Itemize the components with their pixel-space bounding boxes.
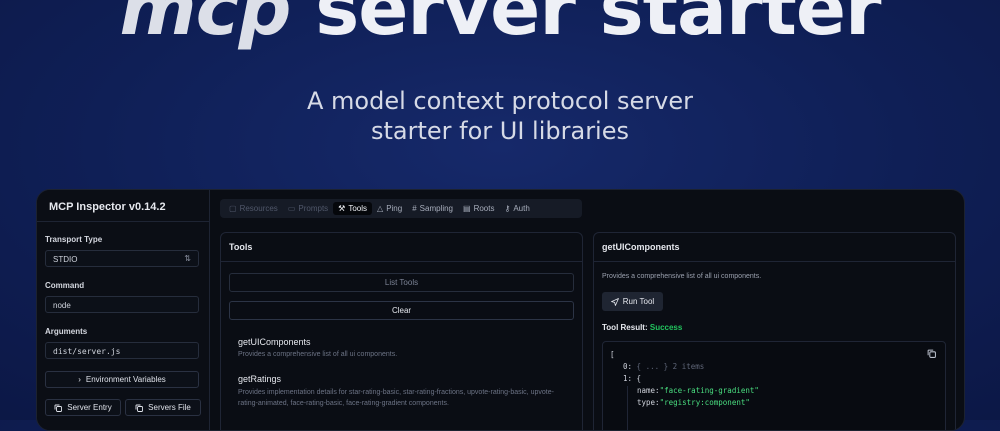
server-entry-button[interactable]: Server Entry [45, 399, 121, 416]
hero-subtitle-line-1: A model context protocol server [307, 87, 693, 115]
servers-file-button[interactable]: Servers File [125, 399, 201, 416]
tab-resources-label: Resources [239, 204, 278, 213]
arguments-input[interactable]: dist/server.js [45, 342, 199, 359]
tab-auth-label: Auth [513, 204, 530, 213]
hero-subtitle: A model context protocol server starter … [0, 86, 1000, 146]
inspector-window: MCP Inspector v0.14.2 Transport Type STD… [36, 189, 965, 431]
tool-description: Provides implementation details for star… [238, 389, 554, 407]
list-tools-button[interactable]: List Tools [229, 273, 574, 292]
clear-label: Clear [391, 306, 412, 315]
send-icon [610, 297, 619, 306]
tab-resources[interactable]: ▢ Resources [224, 202, 283, 215]
environment-variables-label: Environment Variables [85, 375, 166, 384]
command-label: Command [45, 281, 85, 290]
tab-prompts-label: Prompts [298, 204, 329, 213]
tab-tools-label: Tools [348, 204, 368, 213]
hero-title: mcp server starter [0, 0, 1000, 52]
inspector-title: MCP Inspector v0.14.2 [49, 201, 166, 213]
tab-tools[interactable]: ⚒ Tools [333, 202, 373, 215]
sidebar-divider [37, 221, 209, 222]
tool-detail-description: Provides a comprehensive list of all ui … [602, 273, 762, 280]
tool-result-label: Tool Result: Success [602, 323, 682, 332]
transport-type-value: STDIO [53, 255, 78, 264]
tab-ping[interactable]: △ Ping [372, 202, 407, 215]
message-icon: ▭ [287, 204, 296, 213]
json-key: 1: { [623, 374, 642, 383]
json-key: name: [637, 386, 660, 395]
hammer-icon: ⚒ [338, 204, 346, 213]
bell-icon: △ [377, 204, 384, 213]
json-collapsed[interactable]: { ... } [637, 362, 669, 371]
files-icon: ▢ [229, 204, 237, 213]
chevron-right-icon: › [78, 375, 81, 384]
tab-roots-label: Roots [473, 204, 495, 213]
json-line: type:"registry:component" [637, 398, 750, 407]
json-line: [ [610, 350, 615, 359]
tool-name: getUIComponents [238, 337, 311, 347]
copy-icon [54, 404, 63, 412]
arguments-label: Arguments [45, 327, 88, 336]
json-line: 1: { [623, 374, 641, 383]
json-item-count: 2 items [672, 362, 705, 371]
servers-file-label: Servers File [148, 403, 191, 412]
transport-type-select[interactable]: STDIO ⇅ [45, 250, 199, 267]
environment-variables-button[interactable]: › Environment Variables [45, 371, 199, 388]
hero-title-rest: server starter [315, 0, 881, 52]
command-input[interactable]: node [45, 296, 199, 313]
tool-name: getRatings [238, 374, 282, 384]
clear-button[interactable]: Clear [229, 301, 574, 320]
tools-panel-title: Tools [221, 233, 582, 262]
json-bracket: [ [610, 350, 615, 359]
json-key: type: [637, 398, 660, 407]
sidebar: MCP Inspector v0.14.2 Transport Type STD… [37, 190, 210, 430]
tool-result-text: Tool Result: [602, 323, 648, 332]
transport-type-label: Transport Type [45, 235, 103, 244]
run-tool-button[interactable]: Run Tool [602, 292, 663, 311]
tab-bar: ▢ Resources ▭ Prompts ⚒ Tools △ Ping # S… [220, 199, 582, 218]
tab-sampling[interactable]: # Sampling [407, 202, 458, 215]
copy-icon[interactable] [927, 349, 936, 358]
tab-auth[interactable]: ⚷ Auth [499, 202, 534, 215]
hash-icon: # [412, 204, 417, 213]
folder-tree-icon: ▤ [463, 204, 471, 213]
json-line: name:"face-rating-gradient" [637, 386, 759, 395]
tools-panel: Tools List Tools Clear getUIComponents P… [220, 232, 583, 430]
key-icon: ⚷ [504, 204, 511, 213]
run-tool-label: Run Tool [622, 297, 655, 306]
tab-roots[interactable]: ▤ Roots [458, 202, 499, 215]
json-string: "face-rating-gradient" [659, 386, 759, 395]
tab-ping-label: Ping [386, 204, 403, 213]
hero-subtitle-line-2: starter for UI libraries [370, 117, 629, 145]
hero-title-mcp: mcp [119, 0, 291, 52]
tool-description: Provides a comprehensive list of all ui … [238, 351, 398, 358]
tool-result-status: Success [649, 323, 683, 332]
command-value: node [53, 301, 71, 310]
json-line: 0: { ... } 2 items [623, 362, 704, 371]
arguments-value: dist/server.js [53, 347, 121, 356]
tool-detail-title: getUIComponents [594, 233, 955, 262]
server-entry-label: Server Entry [67, 403, 112, 412]
json-indent-guide [627, 386, 628, 430]
chevron-up-down-icon: ⇅ [184, 254, 191, 263]
tool-result-json: [ 0: { ... } 2 items 1: { name:"face-rat… [602, 341, 946, 430]
tab-sampling-label: Sampling [419, 204, 454, 213]
copy-icon [135, 404, 144, 412]
tab-prompts[interactable]: ▭ Prompts [283, 202, 333, 215]
list-tools-label: List Tools [384, 278, 419, 287]
json-string: "registry:component" [659, 398, 750, 407]
json-key: 0: [623, 362, 633, 371]
